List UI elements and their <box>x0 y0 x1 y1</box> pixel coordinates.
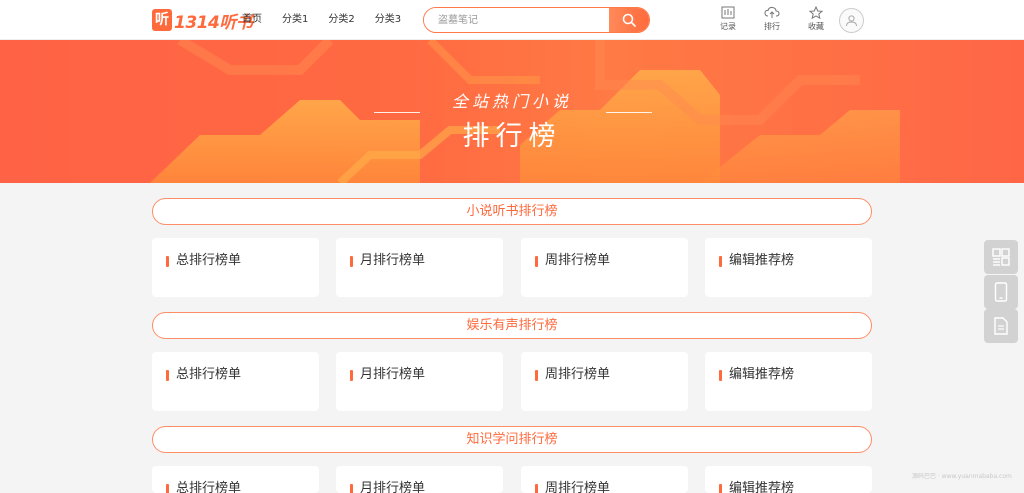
tool-rank[interactable]: 排行 <box>750 6 794 32</box>
tool-favorite[interactable]: 收藏 <box>794 6 838 32</box>
search-input[interactable] <box>424 8 609 32</box>
banner-line-left <box>374 112 420 113</box>
logo-icon: 听 <box>152 9 172 31</box>
card-ent-month[interactable]: 月排行榜单 <box>336 352 503 411</box>
card-accent-bar <box>350 484 353 493</box>
history-icon <box>721 6 735 19</box>
header-tools: 记录 排行 收藏 <box>706 6 838 32</box>
card-accent-bar <box>535 370 538 381</box>
search-icon <box>622 13 636 27</box>
tool-favorite-label: 收藏 <box>808 22 824 31</box>
site-logo[interactable]: 听 1314听书 <box>152 8 253 33</box>
card-ent-week[interactable]: 周排行榜单 <box>521 352 688 411</box>
card-label: 周排行榜单 <box>545 481 611 493</box>
watermark-text: 源码巴巴 · www.yuanmababa.com <box>912 473 1012 480</box>
card-label: 编辑推荐榜 <box>729 481 795 493</box>
card-accent-bar <box>166 484 169 493</box>
card-label: 月排行榜单 <box>360 367 426 382</box>
card-label: 周排行榜单 <box>545 253 611 268</box>
card-novel-editor[interactable]: 编辑推荐榜 <box>705 238 872 297</box>
card-accent-bar <box>350 370 353 381</box>
float-document-button[interactable] <box>984 309 1018 343</box>
tool-rank-label: 排行 <box>764 22 780 31</box>
card-know-month[interactable]: 月排行榜单 <box>336 466 503 493</box>
logo-text: 1314听书 <box>174 12 253 33</box>
card-label: 总排行榜单 <box>176 481 242 493</box>
card-novel-total[interactable]: 总排行榜单 <box>152 238 319 297</box>
card-label: 编辑推荐榜 <box>729 253 795 268</box>
card-ent-total[interactable]: 总排行榜单 <box>152 352 319 411</box>
card-accent-bar <box>166 256 169 267</box>
banner-line-right <box>606 112 652 113</box>
nav-category-2[interactable]: 分类2 <box>328 12 354 28</box>
banner-subtitle: 全站热门小说 <box>451 92 572 111</box>
user-avatar[interactable] <box>839 8 864 33</box>
card-accent-bar <box>350 256 353 267</box>
card-accent-bar <box>719 370 722 381</box>
card-novel-month[interactable]: 月排行榜单 <box>336 238 503 297</box>
document-icon <box>994 317 1008 335</box>
nav-home[interactable]: 首页 <box>242 12 262 28</box>
card-label: 周排行榜单 <box>545 367 611 382</box>
search-box <box>423 7 650 33</box>
card-ent-editor[interactable]: 编辑推荐榜 <box>705 352 872 411</box>
qrcode-icon <box>992 248 1010 266</box>
card-label: 月排行榜单 <box>360 481 426 493</box>
card-label: 月排行榜单 <box>360 253 426 268</box>
card-label: 编辑推荐榜 <box>729 367 795 382</box>
section-header-entertainment[interactable]: 娱乐有声排行榜 <box>152 312 872 339</box>
section-header-knowledge[interactable]: 知识学问排行榜 <box>152 426 872 453</box>
user-icon <box>846 15 857 27</box>
rank-upload-icon <box>764 6 780 18</box>
tool-history-label: 记录 <box>720 22 736 31</box>
search-button[interactable] <box>609 8 649 32</box>
card-accent-bar <box>719 256 722 267</box>
card-know-total[interactable]: 总排行榜单 <box>152 466 319 493</box>
float-mobile-button[interactable] <box>984 275 1018 309</box>
card-accent-bar <box>535 256 538 267</box>
nav-category-1[interactable]: 分类1 <box>282 12 308 28</box>
main-nav: 首页 分类1 分类2 分类3 <box>242 12 421 28</box>
section-header-novel[interactable]: 小说听书排行榜 <box>152 198 872 225</box>
card-know-editor[interactable]: 编辑推荐榜 <box>705 466 872 493</box>
star-icon <box>809 6 823 19</box>
float-qrcode-button[interactable] <box>984 240 1018 274</box>
card-know-week[interactable]: 周排行榜单 <box>521 466 688 493</box>
ranking-banner: 全站热门小说 排行榜 <box>0 40 1024 183</box>
card-novel-week[interactable]: 周排行榜单 <box>521 238 688 297</box>
card-accent-bar <box>535 484 538 493</box>
card-accent-bar <box>166 370 169 381</box>
card-label: 总排行榜单 <box>176 367 242 382</box>
top-header: 听 1314听书 首页 分类1 分类2 分类3 记录 <box>0 0 1024 40</box>
mobile-icon <box>994 282 1008 302</box>
card-accent-bar <box>719 484 722 493</box>
banner-title: 排行榜 <box>462 121 562 152</box>
nav-category-3[interactable]: 分类3 <box>375 12 401 28</box>
tool-history[interactable]: 记录 <box>706 6 750 32</box>
card-label: 总排行榜单 <box>176 253 242 268</box>
